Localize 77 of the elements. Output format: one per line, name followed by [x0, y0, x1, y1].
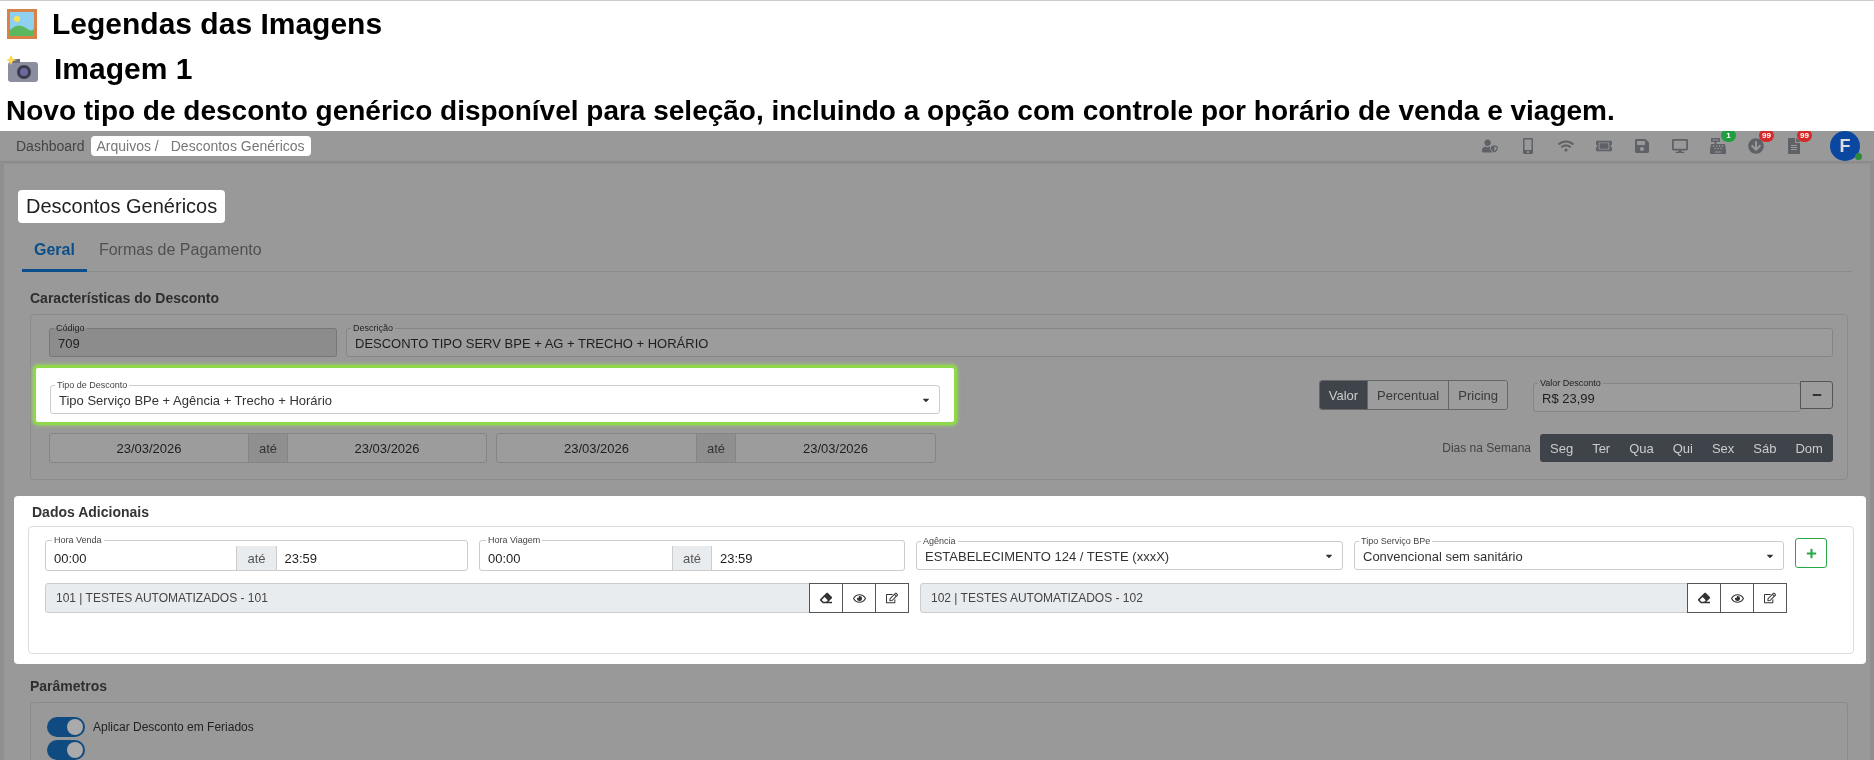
view-button[interactable] [1720, 583, 1754, 613]
page-title: Descontos Genéricos [18, 190, 226, 223]
breadcrumb-link[interactable]: Arquivos / [90, 136, 165, 156]
toggle-switch[interactable] [47, 740, 85, 760]
edit-button[interactable] [1753, 583, 1787, 613]
date-end-value: 23/03/2026 [802, 439, 870, 458]
discount-type-select[interactable]: Tipo de Desconto Tipo Serviço BPe + Agência + Trecho + Horário [50, 380, 940, 414]
date-start-value: 23/03/2026 [115, 439, 183, 458]
count-badge: 99 [1759, 131, 1774, 142]
field-label: Tipo de Desconto [56, 380, 129, 391]
range-separator: até [671, 546, 713, 570]
time-range-field[interactable]: Hora Viagem 00:00 até 23:59 [479, 535, 905, 571]
time-end-value: 23:59 [283, 549, 319, 568]
eraser-icon [820, 592, 832, 604]
time-range-field[interactable]: Hora Venda 00:00 até 23:59 [45, 535, 468, 571]
time-start-value: 00:00 [53, 549, 88, 568]
minus-button[interactable] [1800, 381, 1833, 409]
cash-register-icon[interactable] [1710, 138, 1726, 154]
document-icon[interactable] [1786, 138, 1802, 154]
service-type-select[interactable]: Tipo Serviço BPe Convencional sem sanitário [1354, 536, 1784, 570]
breadcrumb-link[interactable]: Dashboard [10, 136, 91, 156]
phone-icon[interactable] [1520, 138, 1536, 154]
save-icon[interactable] [1634, 138, 1650, 154]
range-separator: até [695, 434, 737, 462]
ticket-icon[interactable] [1596, 138, 1612, 154]
weekdays-label: Dias na Semana [1442, 441, 1531, 455]
erase-button[interactable] [809, 583, 843, 613]
range-separator: até [247, 434, 289, 462]
field-label: Hora Venda [53, 535, 103, 546]
field-label: Agência [922, 536, 957, 547]
eye-icon [852, 591, 866, 605]
add-button[interactable] [1795, 538, 1827, 568]
landscape-icon [6, 8, 38, 40]
count-badge: 1 [1721, 131, 1736, 142]
edit-icon [1764, 592, 1776, 604]
range-separator: até [236, 546, 277, 570]
breadcrumb-link[interactable]: Descontos Genéricos [164, 136, 311, 156]
toggle-switch[interactable] [47, 717, 85, 737]
date-range-field[interactable]: 23/03/2026 até 23/03/2026 [496, 433, 936, 463]
download-icon[interactable] [1748, 138, 1764, 154]
user-avatar[interactable]: F [1830, 131, 1860, 161]
camera-icon [6, 54, 40, 84]
wifi-icon[interactable] [1558, 138, 1574, 154]
section-title: Dados Adicionais [32, 504, 150, 520]
edit-icon [886, 592, 898, 604]
user-shield-icon[interactable] [1482, 138, 1498, 154]
section-title: Parâmetros [30, 678, 109, 694]
plus-icon [1805, 547, 1817, 559]
value-mode-button[interactable]: Valor [1319, 381, 1368, 409]
entry-text: 102 | TESTES AUTOMATIZADOS - 102 [930, 591, 1144, 605]
entry-text: 101 | TESTES AUTOMATIZADOS - 101 [55, 591, 269, 605]
time-end-value: 23:59 [719, 549, 754, 568]
edit-button[interactable] [875, 583, 909, 613]
time-start-value: 00:00 [487, 549, 522, 568]
eye-icon [1730, 591, 1744, 605]
monitor-icon[interactable] [1672, 138, 1688, 154]
erase-button[interactable] [1687, 583, 1721, 613]
eraser-icon [1698, 592, 1710, 604]
view-button[interactable] [842, 583, 876, 613]
toggle-label: Aplicar Desconto em Feriados [93, 720, 254, 734]
field-label: Hora Viagem [487, 535, 542, 546]
field-label: Descrição [352, 323, 394, 334]
description-field[interactable]: Descrição DESCONTO TIPO SERV BPE + AG + TRECHO + HORÁRIO [346, 323, 1833, 357]
date-end-value: 23/03/2026 [353, 439, 421, 458]
field-label: Valor Desconto [1539, 378, 1602, 389]
caption-heading: Imagem 1 [54, 52, 193, 86]
caption-text: Novo tipo de desconto genérico disponível para seleção, incluindo a opção com controle por horário de venda e viagem. [6, 95, 1615, 127]
date-range-field[interactable]: 23/03/2026 até 23/03/2026 [49, 433, 487, 463]
section-title: Características do Desconto [30, 290, 221, 306]
agency-select[interactable]: Agência ESTABELECIMENTO 124 / TESTE (xxxX) [916, 536, 1343, 570]
caption-heading: Legendas das Imagens [52, 7, 383, 41]
date-start-value: 23/03/2026 [562, 439, 630, 458]
discount-value-field[interactable]: Valor Desconto R$ 23,99 [1533, 378, 1801, 412]
value-mode-button[interactable]: Pricing [1448, 381, 1507, 409]
count-badge: 99 [1797, 131, 1812, 142]
field-label: Tipo Serviço BPe [1360, 536, 1432, 547]
field-label: Código [55, 323, 86, 334]
